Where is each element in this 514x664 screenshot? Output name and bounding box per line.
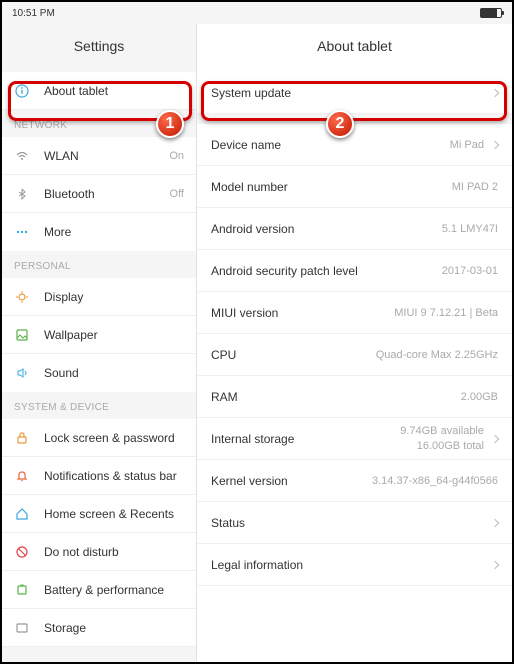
settings-item-battery[interactable]: Battery & performance <box>2 571 196 609</box>
battery-perf-icon <box>14 582 30 598</box>
about-item-device-name[interactable]: Device name Mi Pad <box>197 124 512 166</box>
home-icon <box>14 506 30 522</box>
settings-item-about-tablet[interactable]: About tablet <box>2 72 196 110</box>
battery-icon <box>480 8 502 18</box>
wallpaper-icon <box>14 327 30 343</box>
annotation-badge-2: 2 <box>326 110 354 138</box>
dnd-icon <box>14 544 30 560</box>
about-item-patch[interactable]: Android security patch level 2017-03-01 <box>197 250 512 292</box>
status-time: 10:51 PM <box>12 8 55 19</box>
item-label: Android version <box>211 222 442 236</box>
about-item-cpu[interactable]: CPU Quad-core Max 2.25GHz <box>197 334 512 376</box>
wifi-icon <box>14 148 30 164</box>
item-label: MIUI version <box>211 306 394 320</box>
item-label: CPU <box>211 348 376 362</box>
item-label: Device name <box>211 138 450 152</box>
settings-item-display[interactable]: Display <box>2 278 196 316</box>
settings-item-home[interactable]: Home screen & Recents <box>2 495 196 533</box>
item-label: Storage <box>44 621 184 635</box>
item-label: About tablet <box>44 84 184 98</box>
sound-icon <box>14 365 30 381</box>
bell-icon <box>14 468 30 484</box>
item-label: Display <box>44 290 184 304</box>
item-value: 5.1 LMY47I <box>442 223 498 235</box>
storage-icon <box>14 620 30 636</box>
item-label: Notifications & status bar <box>44 469 184 483</box>
settings-item-sound[interactable]: Sound <box>2 354 196 392</box>
about-pane: About tablet System update Device name M… <box>197 24 512 662</box>
item-value: 3.14.37-x86_64-g44f0566 <box>372 475 498 487</box>
settings-item-lock[interactable]: Lock screen & password <box>2 419 196 457</box>
item-value: Mi Pad <box>450 139 484 151</box>
item-label: RAM <box>211 390 461 404</box>
settings-title: Settings <box>2 24 196 72</box>
item-value: 9.74GB available 16.00GB total <box>400 424 484 453</box>
section-system: SYSTEM & DEVICE <box>2 392 196 419</box>
item-value: Quad-core Max 2.25GHz <box>376 349 498 361</box>
settings-item-more[interactable]: More <box>2 213 196 251</box>
item-label: Kernel version <box>211 474 372 488</box>
item-label: Home screen & Recents <box>44 507 184 521</box>
about-title: About tablet <box>197 24 512 72</box>
item-label: Model number <box>211 180 452 194</box>
about-item-android-version[interactable]: Android version 5.1 LMY47I <box>197 208 512 250</box>
more-icon <box>14 224 30 240</box>
section-personal: PERSONAL <box>2 251 196 278</box>
chevron-right-icon <box>491 140 499 148</box>
settings-item-dnd[interactable]: Do not disturb <box>2 533 196 571</box>
item-value: MI PAD 2 <box>452 181 498 193</box>
item-label: Internal storage <box>211 432 400 446</box>
settings-item-bluetooth[interactable]: Bluetooth Off <box>2 175 196 213</box>
screenshot-frame: 10:51 PM Settings About tablet NETWORK W… <box>0 0 514 664</box>
about-item-storage[interactable]: Internal storage 9.74GB available 16.00G… <box>197 418 512 460</box>
chevron-right-icon <box>491 434 499 442</box>
chevron-right-icon <box>491 88 499 96</box>
storage-total: 16.00GB total <box>417 440 484 452</box>
about-item-system-update[interactable]: System update <box>197 72 512 114</box>
item-value: On <box>169 150 184 162</box>
settings-item-wlan[interactable]: WLAN On <box>2 137 196 175</box>
about-item-kernel[interactable]: Kernel version 3.14.37-x86_64-g44f0566 <box>197 460 512 502</box>
divider <box>197 114 512 124</box>
about-item-miui[interactable]: MIUI version MIUI 9 7.12.21 | Beta <box>197 292 512 334</box>
annotation-badge-1: 1 <box>156 110 184 138</box>
lock-icon <box>14 430 30 446</box>
item-label: Android security patch level <box>211 264 442 278</box>
settings-item-wallpaper[interactable]: Wallpaper <box>2 316 196 354</box>
item-label: Status <box>211 516 484 530</box>
item-label: Wallpaper <box>44 328 184 342</box>
chevron-right-icon <box>491 518 499 526</box>
storage-available: 9.74GB available <box>400 425 484 437</box>
item-value: 2017-03-01 <box>442 265 498 277</box>
item-label: Bluetooth <box>44 187 170 201</box>
status-bar: 10:51 PM <box>2 2 512 24</box>
item-value: Off <box>170 188 184 200</box>
item-value: 2.00GB <box>461 391 498 403</box>
display-icon <box>14 289 30 305</box>
about-item-legal[interactable]: Legal information <box>197 544 512 586</box>
panes: Settings About tablet NETWORK WLAN On <box>2 24 512 662</box>
item-label: Lock screen & password <box>44 431 184 445</box>
item-label: Battery & performance <box>44 583 184 597</box>
info-icon <box>14 83 30 99</box>
about-item-ram[interactable]: RAM 2.00GB <box>197 376 512 418</box>
item-label: Sound <box>44 366 184 380</box>
item-label: System update <box>211 86 484 100</box>
about-item-status[interactable]: Status <box>197 502 512 544</box>
item-label: WLAN <box>44 149 169 163</box>
settings-item-notifications[interactable]: Notifications & status bar <box>2 457 196 495</box>
item-label: More <box>44 225 184 239</box>
chevron-right-icon <box>491 560 499 568</box>
settings-item-storage[interactable]: Storage <box>2 609 196 647</box>
item-label: Legal information <box>211 558 484 572</box>
item-label: Do not disturb <box>44 545 184 559</box>
about-item-model[interactable]: Model number MI PAD 2 <box>197 166 512 208</box>
item-value: MIUI 9 7.12.21 | Beta <box>394 307 498 319</box>
bluetooth-icon <box>14 186 30 202</box>
